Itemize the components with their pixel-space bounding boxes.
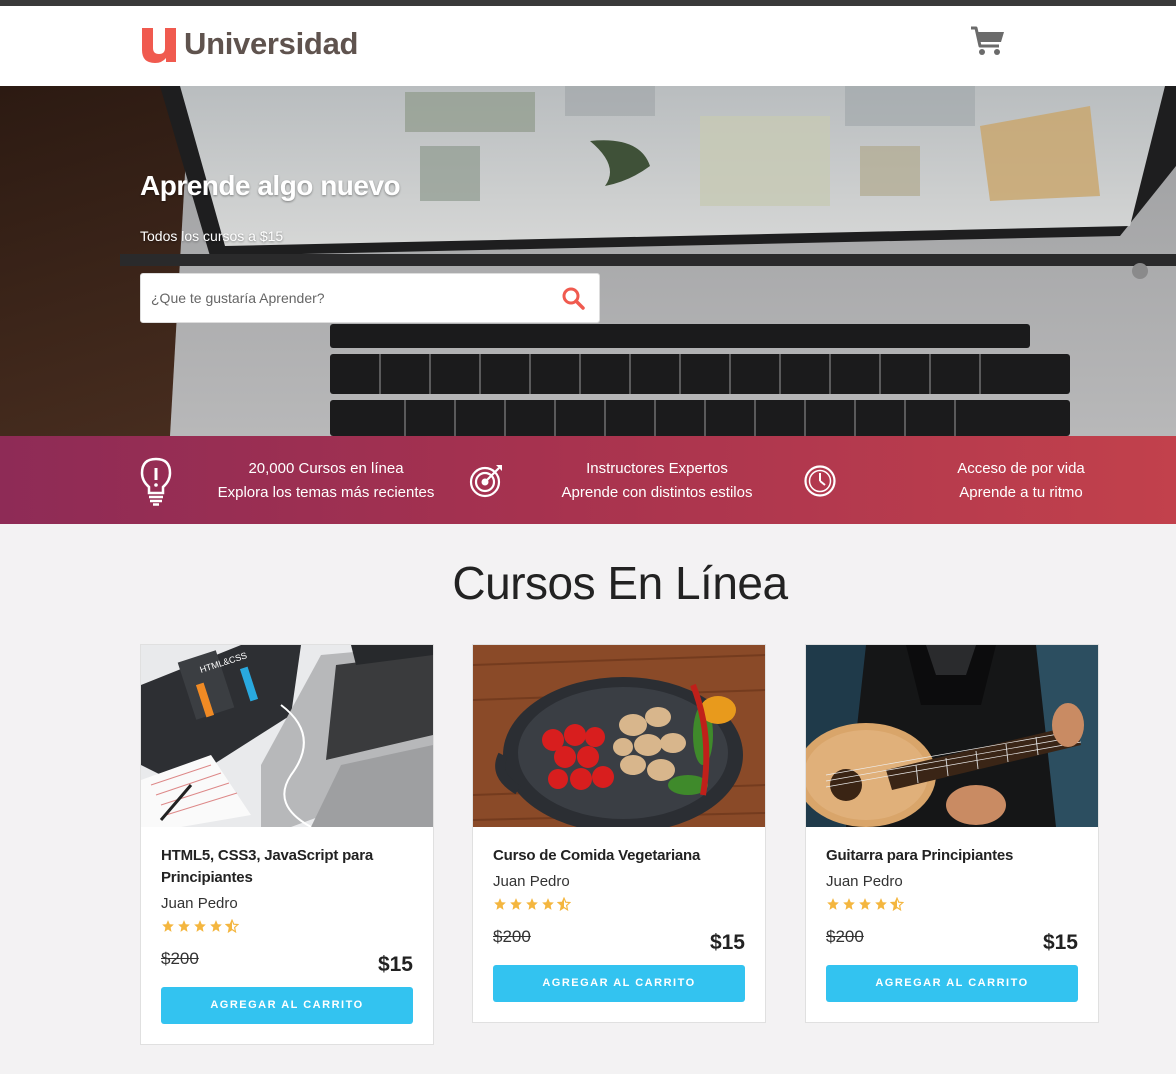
feature-line-2: Aprende con distintos estilos	[561, 484, 753, 501]
course-card: Guitarra para Principiantes Juan Pedro $…	[805, 644, 1099, 1023]
search-input[interactable]	[151, 274, 541, 322]
star-icon	[510, 898, 522, 910]
star-icon	[827, 898, 839, 910]
course-image-guitar	[806, 645, 1098, 827]
old-price: $200	[493, 927, 531, 946]
price-row: $200 $15	[161, 947, 413, 977]
star-icon	[178, 920, 190, 932]
current-price: $15	[709, 931, 745, 954]
rating-stars	[826, 897, 1078, 913]
search-icon[interactable]	[561, 286, 585, 310]
star-icon	[494, 898, 506, 910]
site-header: Universidad	[0, 6, 1176, 86]
rating-stars	[493, 897, 745, 913]
add-to-cart-button[interactable]: AGREGAR AL CARRITO	[826, 965, 1078, 1002]
rating-stars	[161, 919, 413, 935]
add-to-cart-button[interactable]: AGREGAR AL CARRITO	[161, 987, 413, 1024]
hero-subtitle: Todos los cursos a $15	[140, 228, 284, 244]
star-icon	[843, 898, 855, 910]
logo-link[interactable]: Universidad	[140, 24, 358, 64]
course-image-vegetarian	[473, 645, 765, 827]
feature-line-1: 20,000 Cursos en línea	[248, 460, 404, 477]
course-title[interactable]: Guitarra para Principiantes	[826, 845, 1078, 867]
star-half-icon	[225, 919, 239, 933]
old-price: $200	[826, 927, 864, 946]
logo-u-icon	[142, 28, 176, 63]
course-author: Juan Pedro	[493, 873, 570, 890]
section-title: Cursos En Línea	[452, 557, 788, 609]
course-author: Juan Pedro	[826, 873, 903, 890]
star-half-icon	[890, 897, 904, 911]
old-price: $200	[161, 949, 199, 968]
lightbulb-icon	[140, 457, 172, 506]
star-icon	[526, 898, 538, 910]
hero-title: Aprende algo nuevo	[140, 170, 401, 201]
search-box	[140, 273, 600, 323]
price-row: $200 $15	[493, 925, 745, 955]
feature-instructors: Instructores Expertos Aprende con distin…	[466, 456, 768, 506]
feature-line-1: Acceso de por vida	[957, 460, 1085, 477]
feature-line-2: Aprende a tu ritmo	[959, 484, 1083, 501]
course-image-html-css: HTML&CSS	[141, 645, 433, 827]
star-icon	[542, 898, 554, 910]
star-icon	[194, 920, 206, 932]
course-card: Curso de Comida Vegetariana Juan Pedro $…	[472, 644, 766, 1023]
target-icon	[469, 465, 502, 498]
current-price: $15	[377, 953, 413, 976]
star-half-icon	[557, 897, 571, 911]
feature-courses: 20,000 Cursos en línea Explora los temas…	[136, 456, 452, 506]
add-to-cart-button[interactable]: AGREGAR AL CARRITO	[493, 965, 745, 1002]
clock-icon	[804, 465, 836, 497]
hero-laptop-image	[0, 86, 1176, 436]
logo-text: Universidad	[184, 26, 359, 61]
course-title[interactable]: Curso de Comida Vegetariana	[493, 845, 745, 867]
star-icon	[162, 920, 174, 932]
star-icon	[859, 898, 871, 910]
course-title[interactable]: HTML5, CSS3, JavaScript para Principiant…	[161, 845, 413, 889]
hero-banner: Aprende algo nuevo Todos los cursos a $1…	[0, 86, 1176, 436]
features-band: 20,000 Cursos en línea Explora los temas…	[0, 436, 1176, 524]
course-card: HTML&CSS HTML5, CSS3, JavaScript para Pr…	[140, 644, 434, 1045]
price-row: $200 $15	[826, 925, 1078, 955]
cart-icon[interactable]	[970, 26, 1006, 56]
feature-line-2: Explora los temas más recientes	[217, 484, 435, 501]
feature-line-1: Instructores Expertos	[586, 460, 728, 477]
current-price: $15	[1042, 931, 1078, 954]
star-icon	[875, 898, 887, 910]
course-author: Juan Pedro	[161, 895, 238, 912]
star-icon	[210, 920, 222, 932]
feature-access: Acceso de por vida Aprende a tu ritmo	[800, 456, 1132, 506]
